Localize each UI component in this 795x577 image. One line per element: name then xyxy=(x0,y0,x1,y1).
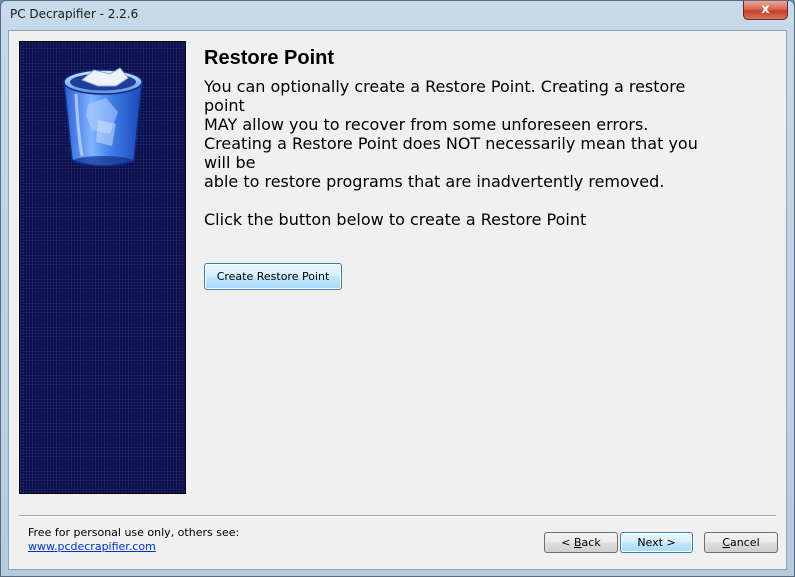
next-button[interactable]: Next > xyxy=(620,532,693,553)
back-mnemonic: B xyxy=(574,536,582,549)
title-bar[interactable]: PC Decrapifier - 2.2.6 x xyxy=(1,1,794,30)
warning-line-1: Creating a Restore Point does NOT necess… xyxy=(204,134,698,172)
warning-line-2: able to restore programs that are inadve… xyxy=(204,172,665,191)
intro-paragraph: You can optionally create a Restore Poin… xyxy=(204,77,724,134)
close-button[interactable]: x xyxy=(743,1,788,20)
page-title: Restore Point xyxy=(204,47,335,69)
cancel-rest: ancel xyxy=(730,536,760,549)
footer-divider xyxy=(19,515,776,517)
window-title: PC Decrapifier - 2.2.6 xyxy=(10,7,139,21)
intro-line-1: You can optionally create a Restore Poin… xyxy=(204,77,686,115)
wizard-page: Restore Point You can optionally create … xyxy=(8,30,787,570)
warning-paragraph: Creating a Restore Point does NOT necess… xyxy=(204,134,724,191)
back-rest: ack xyxy=(581,536,601,549)
intro-line-2: MAY allow you to recover from some unfor… xyxy=(204,115,649,134)
cancel-button[interactable]: Cancel xyxy=(704,532,778,553)
instruction-text: Click the button below to create a Resto… xyxy=(204,210,587,229)
close-icon: x xyxy=(761,2,770,17)
license-note: Free for personal use only, others see: xyxy=(28,526,240,539)
website-link[interactable]: www.pcdecrapifier.com xyxy=(28,540,156,553)
app-window: PC Decrapifier - 2.2.6 x Restore Point Y… xyxy=(0,0,795,577)
side-banner xyxy=(19,41,186,494)
create-restore-point-button[interactable]: Create Restore Point xyxy=(204,263,342,290)
back-prefix: < xyxy=(561,536,574,549)
cancel-mnemonic: C xyxy=(722,536,731,549)
recycle-bin-icon xyxy=(63,67,143,167)
back-button[interactable]: < Back xyxy=(544,532,618,553)
